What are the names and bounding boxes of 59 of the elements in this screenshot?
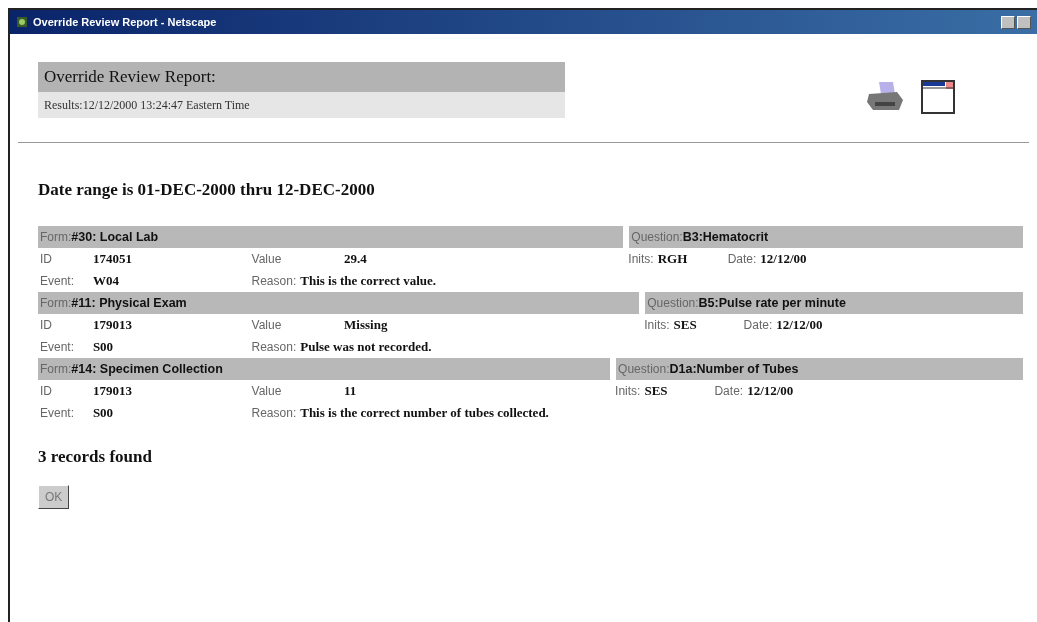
form-name: #11: Physical Exam: [71, 296, 187, 311]
field-label: Question:: [647, 296, 699, 311]
field-value: S00: [92, 405, 114, 421]
field-label: ID: [40, 384, 52, 399]
reason-text: Pulse was not recorded.: [300, 338, 432, 357]
window-title: Override Review Report - Netscape: [33, 16, 217, 28]
field-label: ID: [40, 252, 52, 267]
ok-button[interactable]: OK: [38, 484, 70, 509]
field-label: Form:: [40, 362, 72, 377]
reason-text: This is the correct number of tubes collected.: [300, 404, 549, 423]
question-name: D1a:Number of Tubes: [669, 362, 799, 377]
printer-icon[interactable]: [865, 80, 905, 112]
field-label: Form:: [40, 230, 72, 245]
date-range-heading: Date range is 01-DEC-2000 thru 12-DEC-2000: [38, 178, 376, 201]
field-label: Date:: [743, 317, 773, 335]
field-value: 174051: [92, 251, 132, 267]
field-value: 179013: [92, 317, 132, 333]
report-title: Override Review Report:: [38, 62, 565, 92]
field-label: Event:: [40, 340, 75, 355]
field-value: S00: [92, 339, 114, 355]
field-label: Reason:: [251, 405, 297, 423]
form-name: #30: Local Lab: [71, 230, 159, 245]
field-label: Event:: [40, 274, 75, 289]
question-name: B5:Pulse rate per minute: [698, 296, 846, 311]
field-value: 12/12/00: [776, 316, 823, 335]
field-label: Inits:: [644, 317, 670, 335]
field-value: 179013: [92, 383, 132, 399]
field-label: Reason:: [251, 273, 297, 291]
maximize-button[interactable]: [1017, 15, 1031, 29]
field-label: Reason:: [251, 339, 297, 357]
report-timestamp: Results:12/12/2000 13:24:47 Eastern Time: [38, 91, 565, 118]
field-value: 12/12/00: [747, 382, 794, 401]
field-value: 11: [344, 383, 357, 399]
field-value: Missing: [344, 317, 388, 333]
field-value: 29.4: [344, 251, 367, 267]
records-found-text: 3 records found: [38, 446, 153, 468]
field-label: Date:: [714, 383, 744, 401]
field-label: Value: [251, 252, 282, 267]
question-name: B3:Hematocrit: [682, 230, 769, 245]
field-value: SES: [644, 382, 669, 401]
field-label: Date:: [727, 251, 757, 269]
field-label: Inits:: [615, 383, 641, 401]
field-value: 12/12/00: [760, 250, 807, 269]
field-label: Form:: [40, 296, 72, 311]
field-label: Value: [251, 384, 282, 399]
field-label: Question:: [618, 362, 670, 377]
window-icon[interactable]: [921, 80, 955, 114]
field-label: Question:: [631, 230, 683, 245]
field-label: ID: [40, 318, 52, 333]
field-label: Inits:: [628, 251, 654, 269]
field-label: Event:: [40, 406, 75, 421]
reason-text: This is the correct value.: [300, 272, 437, 291]
field-value: RGH: [657, 250, 689, 269]
form-name: #14: Specimen Collection: [71, 362, 223, 377]
field-label: Value: [251, 318, 282, 333]
app-icon: [16, 16, 28, 28]
field-value: W04: [92, 273, 119, 289]
field-value: SES: [673, 316, 698, 335]
minimize-button[interactable]: [1001, 15, 1015, 29]
